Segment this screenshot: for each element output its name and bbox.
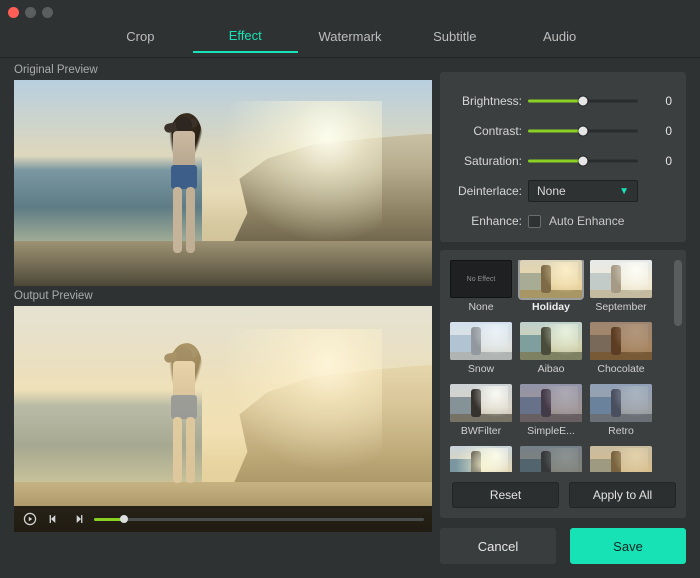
output-preview <box>14 306 432 532</box>
brightness-value: 0 <box>638 94 672 108</box>
filters-grid: No Effect None Holiday September <box>450 260 678 472</box>
adjustments-panel: Brightness: 0 Contrast: 0 Saturation: <box>440 72 686 242</box>
prev-frame-button[interactable] <box>46 511 62 527</box>
filter-holiday-label: Holiday <box>520 298 582 313</box>
saturation-value: 0 <box>638 154 672 168</box>
deinterlace-selected: None <box>537 184 566 198</box>
save-button[interactable]: Save <box>570 528 686 564</box>
filters-scrollbar[interactable] <box>674 260 682 462</box>
saturation-slider[interactable] <box>528 154 638 168</box>
cancel-button[interactable]: Cancel <box>440 528 556 564</box>
filter-retro-label: Retro <box>590 422 652 437</box>
brightness-slider[interactable] <box>528 94 638 108</box>
tab-bar: Crop Effect Watermark Subtitle Audio <box>0 24 700 58</box>
original-preview-label: Original Preview <box>14 60 430 80</box>
saturation-label: Saturation: <box>454 154 528 168</box>
filter-snow[interactable]: Snow <box>450 322 512 378</box>
filter-snow-label: Snow <box>450 360 512 375</box>
tab-effect[interactable]: Effect <box>193 28 298 53</box>
tab-audio[interactable]: Audio <box>507 29 612 52</box>
filter-holiday-thumb <box>520 260 582 298</box>
filter-none-thumb: No Effect <box>450 260 512 298</box>
seek-bar[interactable] <box>94 518 424 521</box>
window-minimize-icon[interactable] <box>25 7 36 18</box>
filter-september-label: September <box>590 298 652 313</box>
filter-chocolate-label: Chocolate <box>590 360 652 375</box>
filter-bwfilter[interactable]: BWFilter <box>450 384 512 440</box>
filter-chocolate[interactable]: Chocolate <box>590 322 652 378</box>
filter-september[interactable]: September <box>590 260 652 316</box>
body: Original Preview Output Preview <box>0 58 700 578</box>
brightness-row: Brightness: 0 <box>454 86 672 116</box>
filter-simplee[interactable]: SimpleE... <box>520 384 582 440</box>
window-zoom-icon[interactable] <box>42 7 53 18</box>
contrast-slider[interactable] <box>528 124 638 138</box>
filter-simplee-label: SimpleE... <box>520 422 582 437</box>
filter-holiday[interactable]: Holiday <box>520 260 582 316</box>
reset-button[interactable]: Reset <box>452 482 559 508</box>
filter-aibao-label: Aibao <box>520 360 582 375</box>
next-frame-button[interactable] <box>70 511 86 527</box>
editor-window: Crop Effect Watermark Subtitle Audio Ori… <box>0 0 700 578</box>
auto-enhance-label: Auto Enhance <box>549 214 624 228</box>
enhance-label: Enhance: <box>454 214 528 228</box>
filter-none-label: None <box>450 298 512 313</box>
contrast-label: Contrast: <box>454 124 528 138</box>
filters-wrap: No Effect None Holiday September <box>440 250 686 518</box>
window-close-icon[interactable] <box>8 7 19 18</box>
chevron-down-icon: ▼ <box>619 186 629 197</box>
filter-raindrop[interactable]: RainDrop <box>520 446 582 472</box>
preview-column: Original Preview Output Preview <box>0 58 440 578</box>
filters-panel: No Effect None Holiday September <box>440 250 686 518</box>
transport-bar <box>14 506 432 532</box>
original-scene <box>14 80 432 286</box>
filter-aibao[interactable]: Aibao <box>520 322 582 378</box>
tab-crop[interactable]: Crop <box>88 29 193 52</box>
deinterlace-select[interactable]: None ▼ <box>528 180 638 202</box>
contrast-row: Contrast: 0 <box>454 116 672 146</box>
auto-enhance-checkbox[interactable] <box>528 215 541 228</box>
footer-actions: Cancel Save <box>440 518 700 578</box>
contrast-value: 0 <box>638 124 672 138</box>
enhance-row: Enhance: Auto Enhance <box>454 206 672 236</box>
right-column: Brightness: 0 Contrast: 0 Saturation: <box>440 58 700 578</box>
titlebar <box>0 0 700 24</box>
filters-scroll-thumb[interactable] <box>674 260 682 326</box>
tab-subtitle[interactable]: Subtitle <box>402 29 507 52</box>
play-button[interactable] <box>22 511 38 527</box>
saturation-row: Saturation: 0 <box>454 146 672 176</box>
apply-to-all-button[interactable]: Apply to All <box>569 482 676 508</box>
tab-watermark[interactable]: Watermark <box>298 29 403 52</box>
deinterlace-label: Deinterlace: <box>454 184 528 198</box>
brightness-label: Brightness: <box>454 94 528 108</box>
filter-fuzzyimg[interactable]: FuzzyImg <box>590 446 652 472</box>
original-preview <box>14 80 432 286</box>
filter-retro[interactable]: Retro <box>590 384 652 440</box>
filter-glow[interactable]: Glow <box>450 446 512 472</box>
output-preview-label: Output Preview <box>14 286 430 306</box>
output-scene <box>14 306 432 532</box>
filter-bwfilter-label: BWFilter <box>450 422 512 437</box>
filter-actions: Reset Apply to All <box>450 472 678 510</box>
seek-knob[interactable] <box>120 515 128 523</box>
filter-none[interactable]: No Effect None <box>450 260 512 316</box>
deinterlace-row: Deinterlace: None ▼ <box>454 176 672 206</box>
